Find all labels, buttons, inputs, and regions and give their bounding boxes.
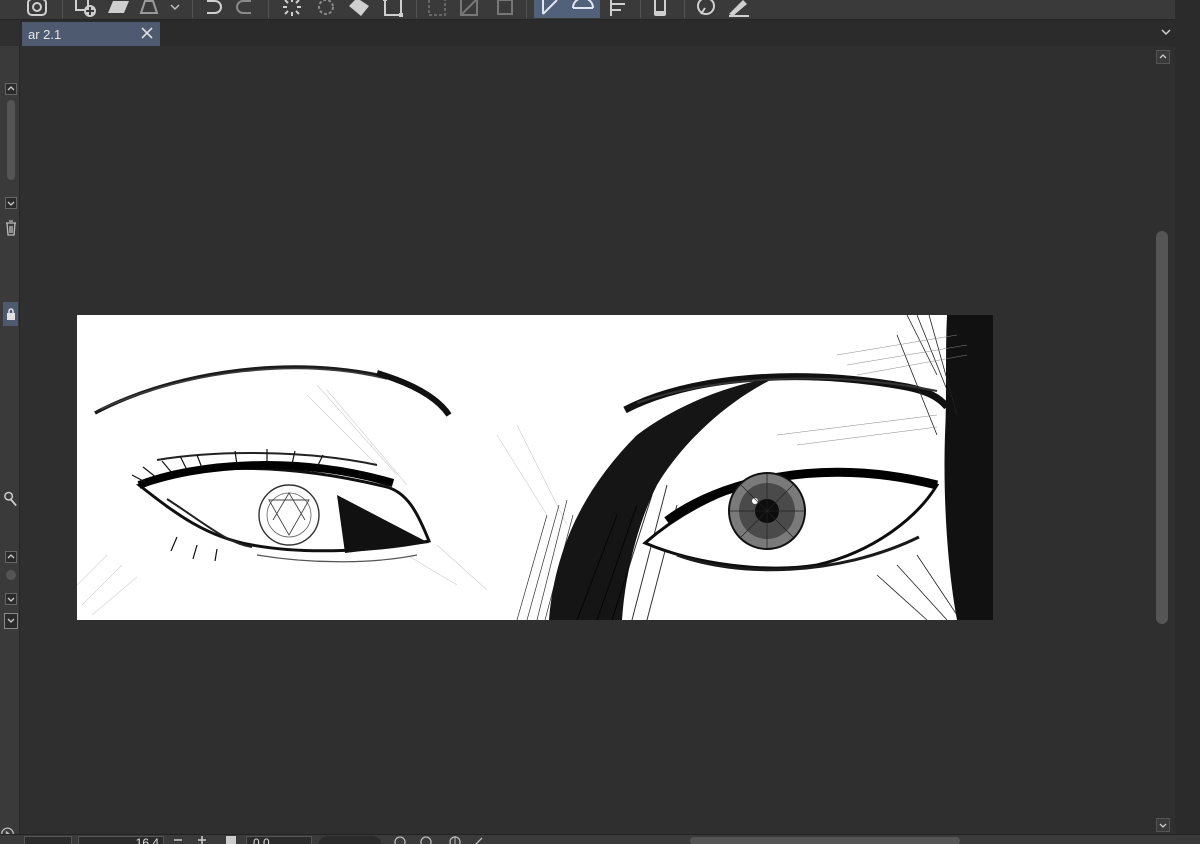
rotate-right-icon[interactable] (420, 835, 432, 844)
toolbar-separator (62, 0, 63, 18)
scroll-up-button[interactable] (3, 82, 18, 96)
toolbar-separator (268, 0, 269, 18)
document-tab-bar: ar 2.1 (20, 20, 1175, 46)
eyes-sketch-artwork (77, 315, 993, 620)
navigator-bar: 16.4 0.0 (0, 834, 1200, 844)
edit-icon[interactable] (724, 0, 754, 18)
scroll-down-button[interactable] (3, 592, 18, 606)
fit-icon[interactable] (226, 836, 236, 844)
clip-studio-window: ar 2.1 16.4 0.0 (0, 0, 1200, 844)
tag-icon[interactable] (344, 0, 374, 18)
wrench-icon[interactable] (3, 488, 18, 510)
scroll-down-button[interactable] (3, 196, 18, 210)
drawing-canvas[interactable] (77, 315, 993, 620)
ruler-icon[interactable] (534, 0, 600, 18)
scroll-up-button[interactable] (1156, 50, 1170, 69)
rotation-field[interactable]: 0.0 (246, 836, 312, 844)
close-icon[interactable] (140, 26, 154, 45)
hide-outside-icon[interactable] (424, 0, 450, 18)
toolbar-separator (640, 0, 641, 18)
toolbar-separator (192, 0, 193, 18)
chevron-down-icon[interactable] (168, 0, 182, 18)
panel-slider-knob[interactable] (3, 568, 18, 582)
document-tab-label: ar 2.1 (28, 26, 62, 42)
canvas-vertical-scrollbar[interactable] (1153, 46, 1173, 834)
zoom-value: 16.4 (135, 836, 159, 844)
panel-scrollbar-thumb[interactable] (3, 100, 18, 180)
clear-icon[interactable] (456, 0, 482, 18)
lock-icon[interactable] (3, 302, 18, 326)
rotate-left-icon[interactable] (394, 835, 406, 844)
zoom-out-icon[interactable] (172, 835, 184, 844)
dropdown-toggle[interactable] (3, 612, 18, 630)
rotation-value: 0.0 (253, 836, 270, 844)
pen-icon[interactable] (692, 0, 720, 18)
flip-horizontal-icon[interactable] (472, 835, 484, 844)
transform-icon[interactable] (380, 0, 406, 18)
canvas-area[interactable] (21, 46, 1153, 834)
toolbar-separator (416, 0, 417, 18)
open-file-icon[interactable] (104, 0, 132, 18)
toolbar-separator (684, 0, 685, 18)
trash-icon[interactable] (3, 218, 18, 238)
command-bar (0, 0, 1200, 20)
fill-selection-icon[interactable] (492, 0, 518, 18)
undo-icon[interactable] (200, 0, 226, 18)
redo-icon[interactable] (232, 0, 258, 18)
loading-icon[interactable] (278, 0, 306, 18)
fill-icon[interactable] (136, 0, 162, 18)
zoom-in-icon[interactable] (196, 835, 208, 844)
left-panel (0, 46, 20, 844)
new-file-icon[interactable] (72, 0, 100, 18)
navigator-button[interactable] (24, 836, 72, 844)
scrollbar-thumb[interactable] (1156, 231, 1168, 624)
mobile-icon[interactable] (648, 0, 672, 18)
right-dock-edge (1175, 0, 1200, 844)
toolbar-separator (526, 0, 527, 18)
zoom-field[interactable]: 16.4 (78, 836, 164, 844)
document-tab[interactable]: ar 2.1 (22, 22, 160, 46)
flip-icon[interactable] (448, 835, 462, 844)
rotation-dial[interactable] (318, 836, 382, 844)
chevron-down-icon[interactable] (1159, 25, 1173, 43)
app-logo-icon[interactable] (24, 0, 50, 18)
scroll-up-button[interactable] (3, 550, 18, 564)
align-icon[interactable] (604, 0, 632, 18)
settings-icon[interactable] (312, 0, 340, 18)
horizontal-scrollbar-thumb[interactable] (690, 837, 960, 844)
